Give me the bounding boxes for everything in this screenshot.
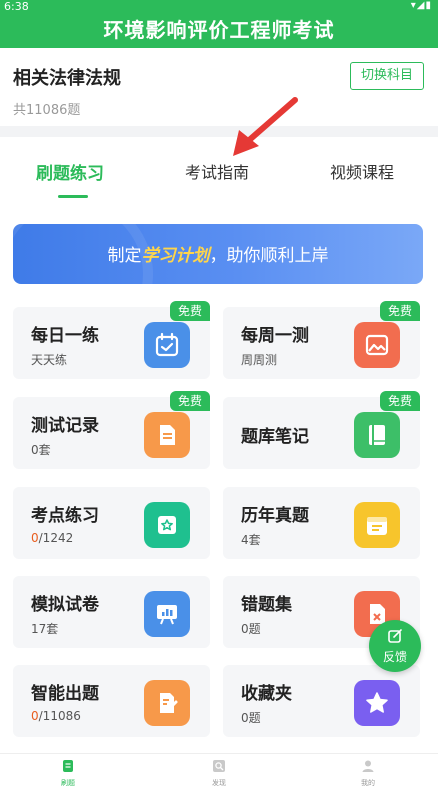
card-key-points[interactable]: 考点练习 0/1242 [13,487,210,559]
free-badge: 免费 [380,391,420,411]
star-card-icon [144,502,190,548]
card-weekly-test[interactable]: 每周一测 周周测 免费 [223,301,420,379]
page-title: 环境影响评价工程师考试 [103,18,335,42]
calendar-icon [354,502,400,548]
presentation-icon [144,591,190,637]
tab-video-course[interactable]: 视频课程 [330,159,394,183]
picture-icon [354,322,400,368]
study-plan-banner[interactable]: 制定学习计划，助你顺利上岸 [13,224,423,284]
card-subtitle: 天天练 [31,353,68,367]
star-icon [354,680,400,726]
nav-label: 发现 [212,779,226,787]
tab-practice[interactable]: 刷题练习 [36,159,104,184]
bottom-nav: 刷题 发现 我的 [0,753,438,788]
document-icon [144,412,190,458]
card-subtitle: 0套 [31,443,51,457]
card-favorites[interactable]: 收藏夹 0题 [223,665,420,737]
nav-item-practice[interactable]: 刷题 [48,758,88,788]
nav-label: 刷题 [61,779,75,787]
subject-question-count: 共11086题 [13,103,81,118]
card-title: 测试记录 [31,416,99,436]
card-subtitle: 0题 [241,711,261,725]
card-title: 历年真题 [241,506,309,526]
active-tab-indicator [58,195,88,198]
card-past-exams[interactable]: 历年真题 4套 [223,487,420,559]
nav-item-profile[interactable]: 我的 [348,758,388,788]
practice-icon [63,760,73,772]
card-subtitle: 0题 [241,622,261,636]
section-divider [0,126,438,137]
notebook-icon [354,412,400,458]
edit-doc-icon [144,680,190,726]
card-title: 每周一测 [241,326,309,346]
nav-item-discover[interactable]: 发现 [199,758,239,788]
tab-bar: 刷题练习 考试指南 视频课程 [0,137,438,203]
calendar-check-icon [144,322,190,368]
card-test-records[interactable]: 测试记录 0套 免费 [13,391,210,469]
card-daily-practice[interactable]: 每日一练 天天练 免费 [13,301,210,379]
discover-icon [213,760,225,772]
card-title: 每日一练 [31,326,99,346]
card-title: 模拟试卷 [31,595,99,615]
edit-icon [388,629,402,643]
subject-card: 相关法律法规 共11086题 切换科目 [0,48,438,126]
free-badge: 免费 [170,301,210,321]
status-icons: ▾◢▮ [410,0,432,11]
profile-icon [362,760,374,772]
switch-subject-button[interactable]: 切换科目 [350,62,424,90]
free-badge: 免费 [380,301,420,321]
card-title: 智能出题 [31,684,99,704]
card-title: 考点练习 [31,506,99,526]
nav-label: 我的 [361,779,375,787]
tab-exam-guide[interactable]: 考试指南 [185,159,249,183]
banner-highlight: 学习计划 [141,246,210,266]
status-time: 6:38 [4,0,29,13]
card-subtitle: 周周测 [241,353,278,367]
card-subtitle: 0/1242 [31,531,74,545]
app-header: 6:38 ▾◢▮ 环境影响评价工程师考试 [0,0,438,48]
free-badge: 免费 [170,391,210,411]
feedback-button[interactable]: 反馈 [369,620,421,672]
banner-text: 制定学习计划，助你顺利上岸 [107,246,329,266]
feedback-label: 反馈 [382,650,407,664]
card-smart-questions[interactable]: 智能出题 0/11086 [13,665,210,737]
card-subtitle: 4套 [241,533,261,547]
annotation-arrow-icon [233,97,298,156]
card-subtitle: 17套 [31,622,59,636]
subject-name: 相关法律法规 [13,68,121,89]
card-question-notes[interactable]: 题库笔记 免费 [223,391,420,469]
card-subtitle: 0/11086 [31,709,81,723]
card-title: 错题集 [241,595,292,615]
card-mock-papers[interactable]: 模拟试卷 17套 [13,576,210,648]
card-title: 收藏夹 [241,684,292,704]
card-title: 题库笔记 [241,427,309,447]
